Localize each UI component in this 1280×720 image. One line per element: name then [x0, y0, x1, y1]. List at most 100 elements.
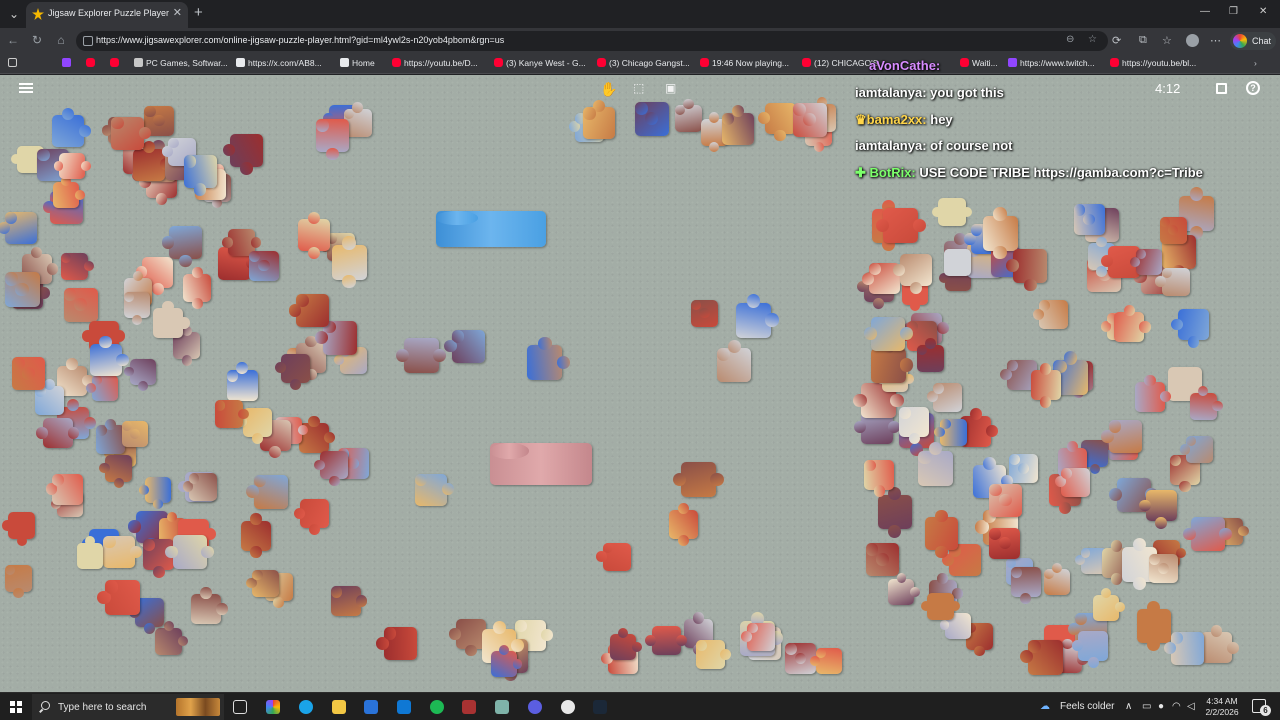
puzzle-piece[interactable]: [926, 382, 963, 412]
puzzle-piece[interactable]: [51, 107, 91, 148]
puzzle-piece[interactable]: [989, 483, 1023, 517]
puzzle-piece[interactable]: [183, 267, 212, 309]
puzzle-piece[interactable]: [246, 569, 280, 597]
puzzle-piece[interactable]: [1159, 216, 1187, 244]
puzzle-piece[interactable]: [934, 418, 968, 446]
puzzle-piece[interactable]: [870, 339, 914, 383]
puzzle-cluster[interactable]: [490, 443, 592, 485]
puzzle-piece[interactable]: [596, 542, 631, 571]
puzzle-piece[interactable]: [675, 98, 703, 133]
store-icon[interactable]: [364, 700, 378, 714]
refresh-ext-icon[interactable]: ⟳: [1112, 34, 1121, 47]
puzzle-piece[interactable]: [736, 294, 779, 338]
puzzle-piece[interactable]: [222, 133, 263, 175]
puzzle-piece[interactable]: [943, 249, 971, 277]
puzzle-piece[interactable]: [1189, 386, 1223, 420]
spotify-icon[interactable]: [430, 700, 444, 714]
copilot-taskbar-icon[interactable]: [266, 700, 280, 714]
puzzle-piece[interactable]: [314, 451, 349, 487]
image-preview-icon[interactable]: ▣: [665, 81, 676, 95]
puzzle-piece[interactable]: [645, 626, 688, 656]
puzzle-piece[interactable]: [246, 474, 288, 509]
puzzle-piece[interactable]: [1134, 374, 1172, 412]
puzzle-piece[interactable]: [97, 580, 141, 616]
bookmark-item[interactable]: (3) Chicago Gangst...: [597, 58, 690, 68]
puzzle-piece[interactable]: [45, 473, 84, 505]
windows-start-icon[interactable]: [10, 701, 22, 713]
puzzle-piece[interactable]: [1044, 562, 1071, 595]
puzzle-piece[interactable]: [924, 509, 958, 559]
puzzle-piece[interactable]: [330, 586, 368, 617]
puzzle-piece[interactable]: [1155, 267, 1190, 296]
url-text[interactable]: https://www.jigsawexplorer.com/online-ji…: [96, 35, 504, 45]
puzzle-piece[interactable]: [89, 336, 129, 376]
puzzle-piece[interactable]: [1201, 625, 1239, 664]
network-icon[interactable]: ▭: [1142, 701, 1151, 712]
puzzle-piece[interactable]: [331, 236, 367, 289]
puzzle-piece[interactable]: [717, 339, 752, 383]
puzzle-piece[interactable]: [0, 212, 37, 245]
puzzle-piece[interactable]: [274, 353, 310, 390]
bookmark-item[interactable]: https://youtu.be/bl...: [1110, 58, 1196, 68]
weather-icon[interactable]: ☁: [1040, 701, 1050, 712]
address-bar[interactable]: https://www.jigsawexplorer.com/online-ji…: [76, 31, 1108, 51]
puzzle-piece[interactable]: [214, 400, 249, 429]
puzzle-piece[interactable]: [315, 320, 357, 355]
puzzle-piece[interactable]: [1138, 490, 1177, 529]
puzzle-piece[interactable]: [414, 473, 455, 506]
read-aloud-icon[interactable]: ⊖: [1066, 34, 1074, 45]
puzzle-piece[interactable]: [792, 102, 827, 137]
puzzle-piece[interactable]: [165, 535, 215, 570]
bookmark-item[interactable]: https://x.com/AB8...: [236, 58, 322, 68]
puzzle-piece[interactable]: [99, 454, 133, 489]
puzzle-piece[interactable]: [95, 418, 125, 455]
bookmark-item[interactable]: 19:46 Now playing...: [700, 58, 789, 68]
puzzle-piece[interactable]: [124, 358, 157, 391]
puzzle-piece[interactable]: [182, 473, 217, 502]
puzzle-piece[interactable]: [376, 627, 417, 661]
puzzle-piece[interactable]: [249, 250, 280, 281]
puzzle-piece[interactable]: [931, 198, 973, 227]
bookmark-item[interactable]: PC Games, Softwar...: [134, 58, 228, 68]
puzzle-piece[interactable]: [1149, 554, 1179, 584]
puzzle-piece[interactable]: [669, 502, 699, 546]
bookmarks-overflow-icon[interactable]: ›: [1254, 58, 1257, 68]
puzzle-piece[interactable]: [690, 300, 718, 327]
puzzle-piece[interactable]: [161, 226, 202, 268]
puzzle-piece[interactable]: [899, 407, 930, 445]
puzzle-piece[interactable]: [1030, 363, 1061, 408]
puzzle-piece[interactable]: [490, 644, 523, 677]
puzzle-piece[interactable]: [527, 336, 571, 381]
puzzle-piece[interactable]: [4, 272, 40, 308]
puzzle-piece[interactable]: [121, 421, 148, 448]
puzzle-piece[interactable]: [226, 362, 258, 401]
puzzle-piece[interactable]: [810, 648, 842, 675]
active-tab[interactable]: Jigsaw Explorer Puzzle Player ✕: [26, 2, 188, 28]
puzzle-piece[interactable]: [673, 462, 724, 498]
more-menu-icon[interactable]: ⋯: [1210, 34, 1221, 47]
box-select-icon[interactable]: ⬚: [633, 81, 644, 95]
tray-chevron-icon[interactable]: ∧: [1125, 701, 1132, 712]
puzzle-piece[interactable]: [722, 105, 755, 145]
puzzle-piece[interactable]: [288, 294, 330, 328]
puzzle-piece[interactable]: [183, 155, 217, 196]
restore-icon[interactable]: ❐: [1229, 6, 1238, 17]
puzzle-piece[interactable]: [982, 207, 1018, 259]
puzzle-piece[interactable]: [124, 292, 151, 325]
puzzle-piece[interactable]: [53, 175, 85, 209]
puzzle-piece[interactable]: [63, 288, 98, 323]
home-icon[interactable]: ⌂: [53, 33, 69, 47]
puzzle-piece[interactable]: [444, 330, 485, 364]
site-info-icon[interactable]: [83, 36, 93, 46]
puzzle-piece[interactable]: [757, 102, 796, 142]
puzzle-piece[interactable]: [76, 536, 103, 569]
puzzle-cluster[interactable]: [436, 211, 546, 247]
puzzle-piece[interactable]: [1009, 454, 1039, 484]
puzzle-piece[interactable]: [133, 140, 173, 181]
bookmark-item[interactable]: (12) CHICAGO'S: [802, 58, 878, 68]
bookmark-youtube[interactable]: [86, 58, 98, 68]
puzzle-piece[interactable]: [1054, 467, 1090, 497]
puzzle-piece[interactable]: [294, 499, 330, 536]
puzzle-piece[interactable]: [1020, 639, 1063, 675]
favorites-icon[interactable]: ☆: [1162, 34, 1172, 47]
